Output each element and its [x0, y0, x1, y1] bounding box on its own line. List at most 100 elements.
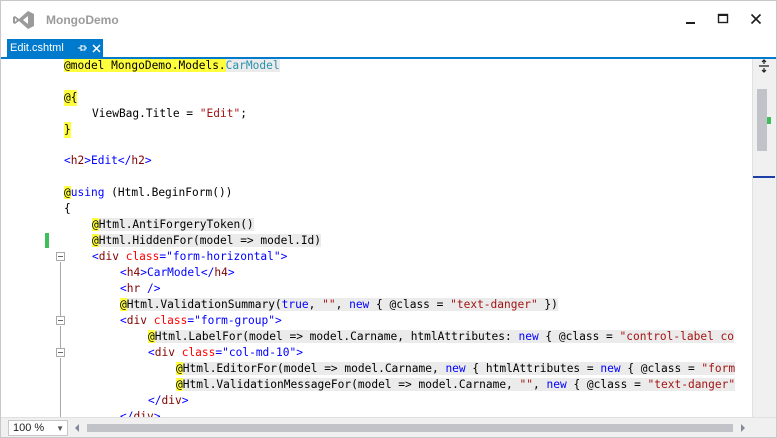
code-token: new — [546, 378, 567, 391]
code-token: < — [64, 154, 71, 167]
close-window-button[interactable] — [744, 9, 768, 29]
code-line: @model MongoDemo.Models.CarModel — [7, 59, 752, 74]
vertical-scrollbar[interactable] — [752, 59, 776, 417]
code-token: using — [70, 186, 105, 199]
close-icon — [750, 13, 762, 25]
code-token: "text-danger" — [450, 298, 538, 311]
code-token: { @class = — [538, 330, 620, 343]
code-token: { @class = — [369, 298, 451, 311]
code-token: > — [296, 346, 303, 359]
code-token: @ — [176, 362, 183, 375]
horizontal-scroll-thumb[interactable] — [87, 424, 733, 432]
code-token: @ — [64, 186, 71, 199]
code-token: > — [274, 314, 282, 327]
code-token: >Edit</ — [84, 154, 132, 167]
code-line: </div> — [7, 409, 752, 417]
code-token: div — [161, 394, 182, 407]
code-token: new — [518, 330, 539, 343]
code-line: @Html.ValidationMessageFor(model => mode… — [7, 377, 752, 393]
code-token: > — [144, 154, 152, 167]
code-token: MongoDemo.Models. — [104, 59, 226, 72]
code-line: { — [7, 201, 752, 217]
vertical-scroll-thumb[interactable] — [757, 89, 767, 151]
code-line: </div> — [7, 393, 752, 409]
code-token: Html.EditorFor(model => model.Carname, — [182, 362, 446, 375]
razor-directive: @model — [64, 59, 105, 72]
code-token: "form-horizontal" — [166, 250, 281, 263]
code-token: Html.ValidationMessageFor(model => model… — [182, 378, 520, 391]
code-token: "text-danger" — [647, 378, 736, 391]
code-token: @ — [148, 330, 155, 343]
ide-window: MongoDemo Edit.cshtml @model MongoDemo.M… — [0, 0, 777, 438]
close-icon[interactable] — [91, 42, 102, 54]
code-token: { htmlAttributes = — [465, 362, 601, 375]
code-token: CarModel — [225, 59, 280, 72]
code-line: @Html.EditorFor(model => model.Carname, … — [7, 361, 752, 377]
code-editor[interactable]: @model MongoDemo.Models.CarModel @{ View… — [7, 59, 752, 417]
split-window-button[interactable] — [755, 59, 773, 73]
code-token: ViewBag.Title = — [92, 107, 200, 120]
code-token: "control-label co — [619, 330, 735, 343]
code-token: }) — [537, 298, 558, 311]
code-token: (Html.BeginForm()) — [104, 186, 233, 199]
code-token: > — [181, 394, 189, 407]
code-token: h2 — [70, 154, 85, 167]
code-token: class — [146, 314, 188, 327]
code-line: <div class="form-group"> — [7, 313, 752, 329]
code-token: @ — [120, 298, 127, 311]
code-line: <div class="form-horizontal"> — [7, 249, 752, 265]
minimize-icon — [686, 22, 695, 24]
maximize-button[interactable] — [711, 9, 735, 29]
code-token: ; — [240, 107, 247, 120]
code-line: } — [7, 122, 752, 138]
split-icon — [759, 59, 769, 73]
tab-label: Edit.cshtml — [10, 42, 64, 54]
visual-studio-logo-icon — [13, 11, 34, 29]
code-token: > — [153, 410, 161, 417]
code-token: "" — [322, 298, 336, 311]
code-token: < — [92, 250, 99, 263]
tab-edit-cshtml[interactable]: Edit.cshtml — [7, 39, 103, 57]
code-token: , — [308, 298, 323, 311]
code-line: @{ — [7, 90, 752, 106]
code-token: </ — [148, 394, 162, 407]
code-token: "form-group" — [194, 314, 275, 327]
code-token: </ — [120, 410, 134, 417]
code-token: h4 — [214, 266, 228, 279]
zoom-dropdown[interactable]: 100 % ▼ — [8, 420, 68, 436]
code-token: > — [227, 266, 235, 279]
minimize-button[interactable] — [679, 9, 703, 29]
code-token: { — [64, 202, 71, 215]
code-line: ViewBag.Title = "Edit"; — [7, 106, 752, 122]
code-token: Html.LabelFor(model => model.Carname, ht… — [154, 330, 519, 343]
window-title: MongoDemo — [46, 13, 119, 27]
code-token: < — [120, 266, 127, 279]
code-token: , — [533, 378, 547, 391]
maximize-icon — [717, 13, 729, 24]
code-token: new — [349, 298, 370, 311]
code-token: < — [148, 346, 155, 359]
code-token: > — [280, 250, 288, 263]
code-token: true — [281, 298, 309, 311]
scrollbar-caret-marker — [753, 176, 775, 178]
code-token: div — [154, 346, 175, 359]
code-line: <h4>CarModel</h4> — [7, 265, 752, 281]
code-token: Html.ValidationSummary( — [126, 298, 282, 311]
scroll-right-icon[interactable] — [738, 422, 748, 434]
code-line: @Html.HiddenFor(model => model.Id) — [7, 233, 752, 249]
code-token: , — [335, 298, 350, 311]
pin-icon[interactable] — [77, 42, 88, 54]
code-token: new — [600, 362, 621, 375]
code-token: >CarModel</ — [140, 266, 215, 279]
code-token: /> — [140, 282, 161, 295]
code-token: div — [133, 410, 154, 417]
scrollbar-change-marker — [767, 117, 771, 124]
code-token: < — [120, 314, 127, 327]
code-token: h4 — [126, 266, 141, 279]
code-line: <h2>Edit</h2> — [7, 153, 752, 169]
scroll-left-icon[interactable] — [72, 422, 82, 434]
code-line: <div class="col-md-10"> — [7, 345, 752, 361]
code-token: Html.HiddenFor(model => model.Id) — [98, 234, 322, 247]
code-token: "form — [701, 362, 736, 375]
code-token: "col-md-10" — [222, 346, 297, 359]
